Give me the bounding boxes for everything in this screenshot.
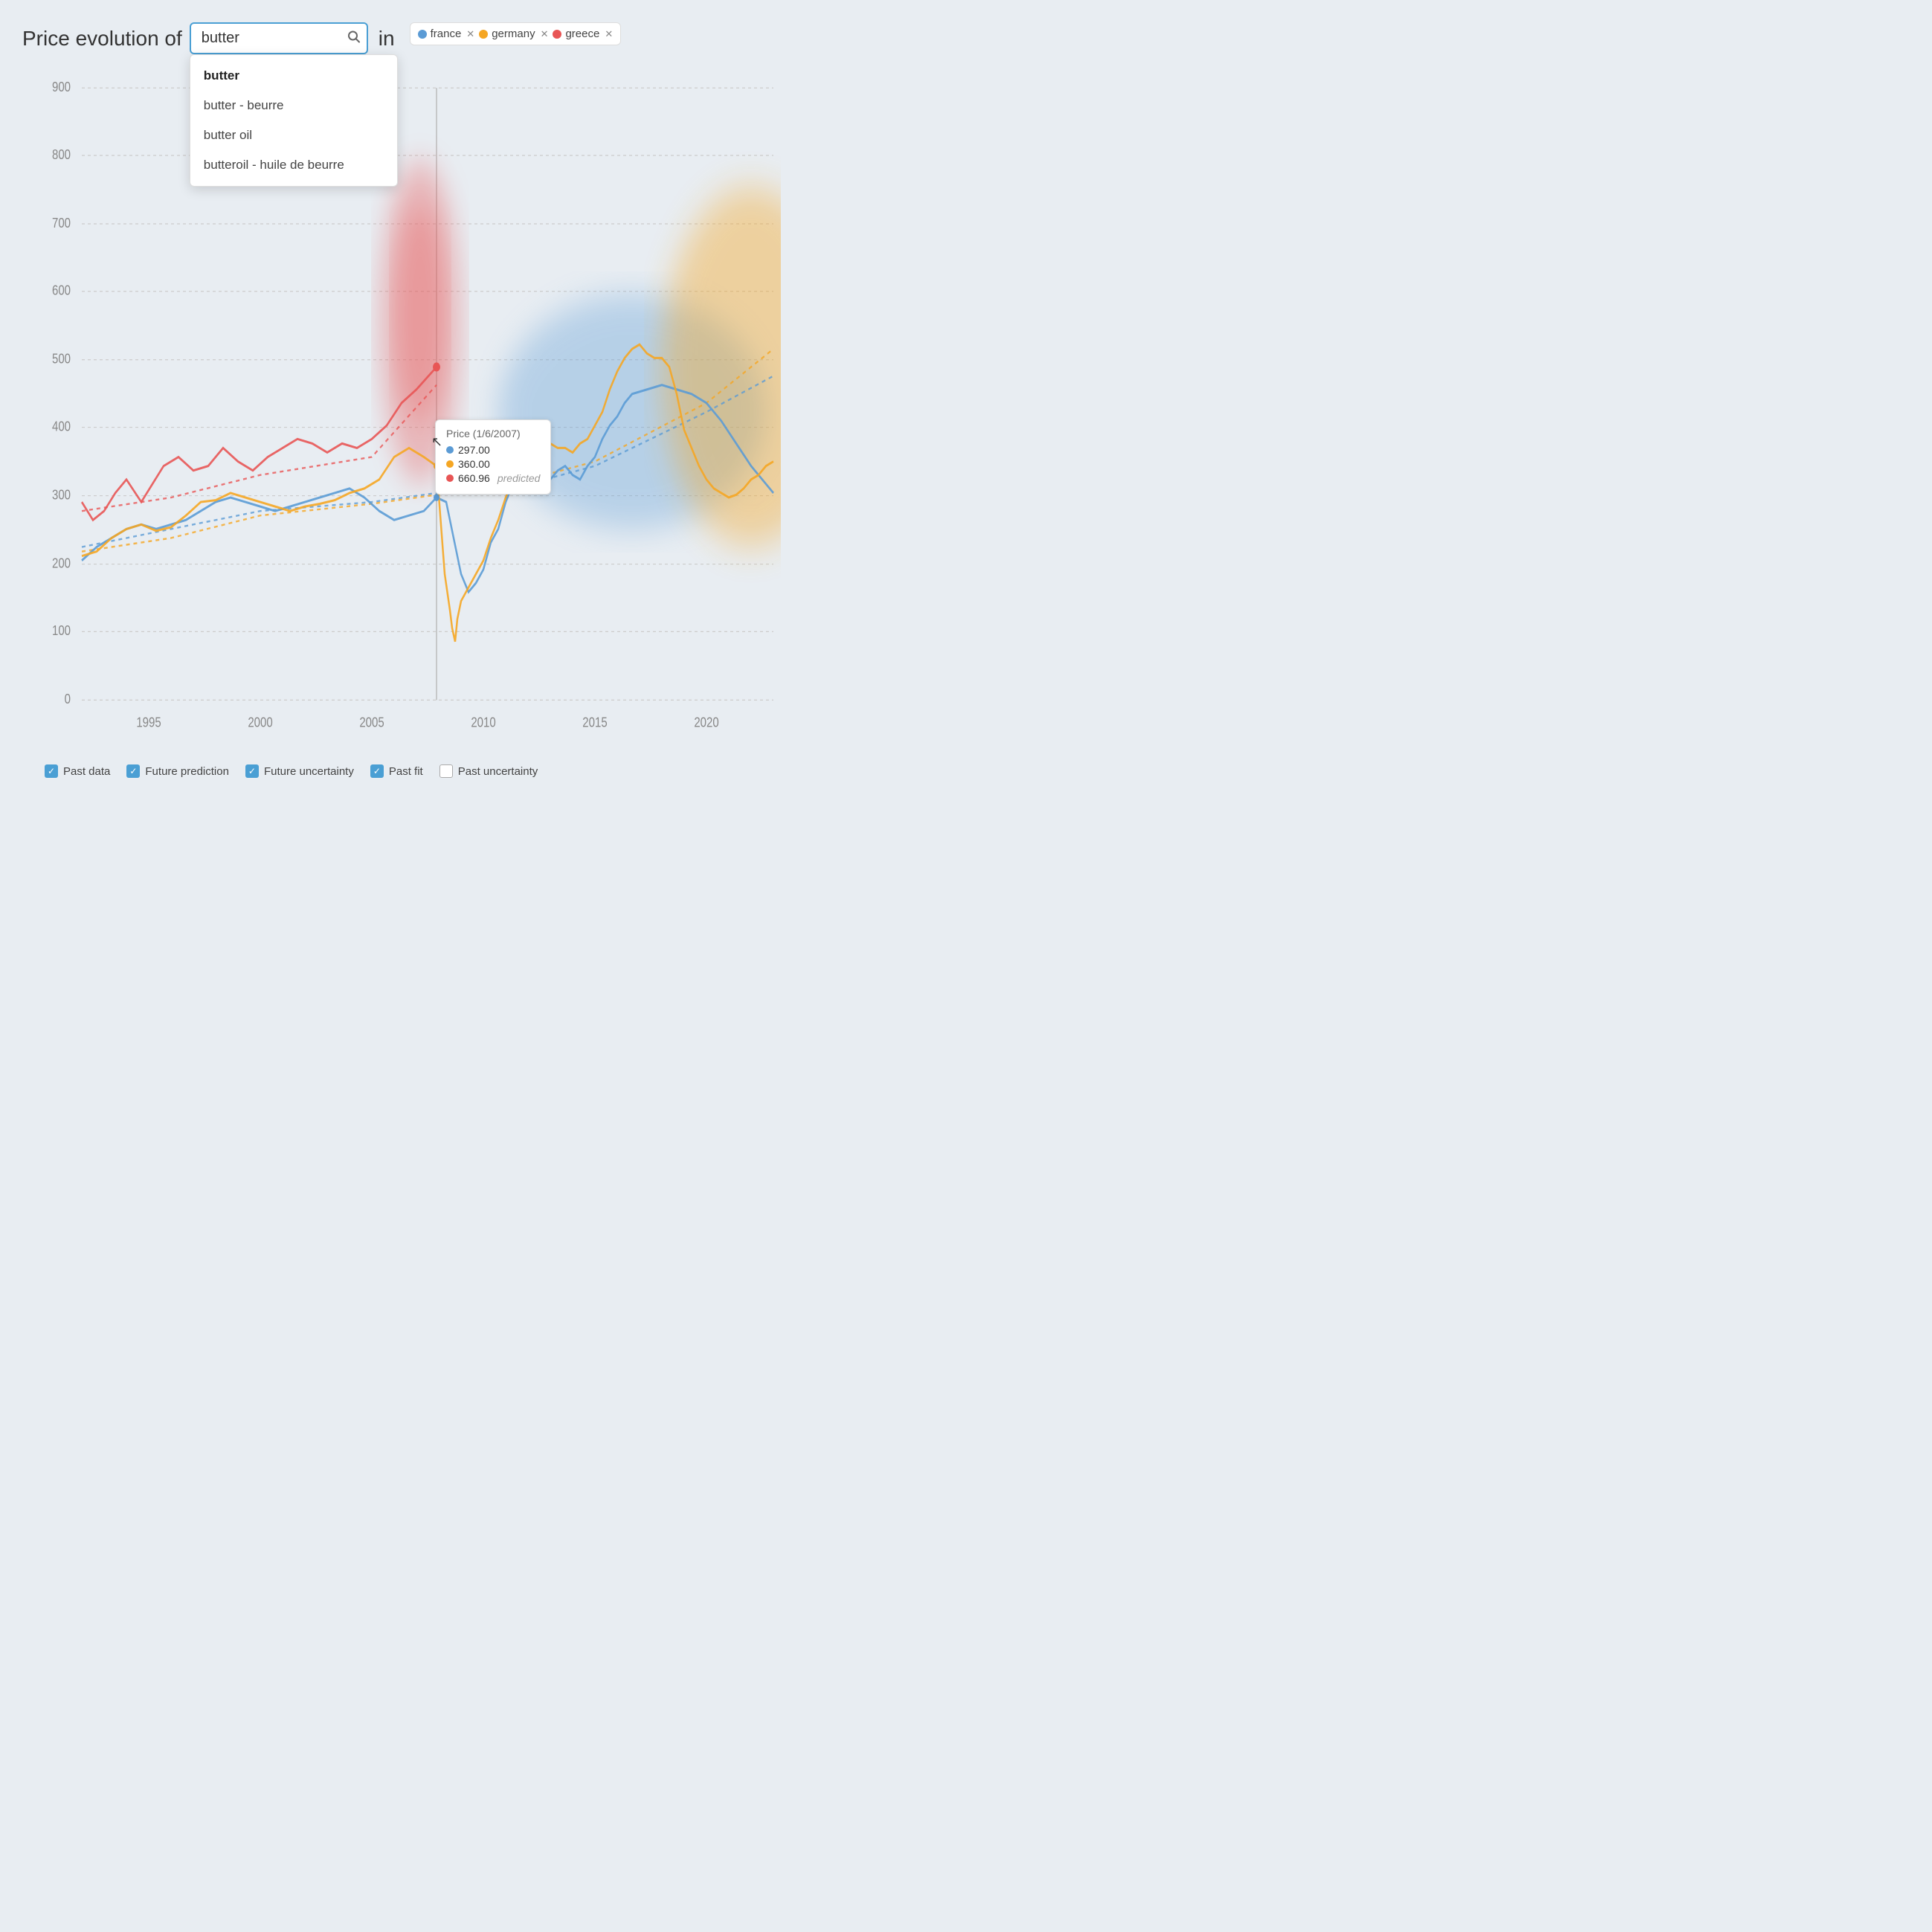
germany-dot [479, 30, 488, 39]
svg-text:2010: 2010 [471, 715, 495, 730]
greece-close[interactable]: ✕ [605, 28, 613, 40]
svg-text:900: 900 [52, 80, 71, 95]
main-container: Price evolution of butter butter - beurr… [0, 0, 803, 803]
future-prediction-label: Future prediction [145, 765, 229, 778]
svg-text:700: 700 [52, 215, 71, 231]
tag-france: france ✕ [418, 28, 475, 40]
dropdown-item-butteroil[interactable]: butteroil - huile de beurre [190, 150, 397, 180]
france-label: france [431, 28, 462, 40]
search-dropdown: butter butter - beurre butter oil butter… [190, 54, 398, 187]
greece-label: greece [565, 28, 599, 40]
legend-past-fit[interactable]: ✓ Past fit [370, 764, 423, 778]
germany-label: germany [492, 28, 535, 40]
legend-future-uncertainty[interactable]: ✓ Future uncertainty [245, 764, 354, 778]
svg-text:100: 100 [52, 623, 71, 639]
svg-text:0: 0 [65, 692, 71, 707]
title-prefix: Price evolution of [22, 22, 182, 55]
svg-text:200: 200 [52, 556, 71, 571]
svg-text:800: 800 [52, 146, 71, 162]
svg-text:2000: 2000 [248, 715, 272, 730]
svg-text:500: 500 [52, 351, 71, 367]
legend-past-data[interactable]: ✓ Past data [45, 764, 110, 778]
legend-future-prediction[interactable]: ✓ Future prediction [126, 764, 229, 778]
search-wrapper: butter butter - beurre butter oil butter… [190, 22, 368, 54]
search-input[interactable] [190, 22, 368, 54]
svg-text:2020: 2020 [694, 715, 718, 730]
chart-svg: 0 100 200 300 400 500 600 700 800 900 19… [22, 70, 781, 754]
france-close[interactable]: ✕ [466, 28, 474, 40]
tag-germany: germany ✕ [479, 28, 548, 40]
greece-dot [553, 30, 561, 39]
legend-past-uncertainty[interactable]: Past uncertainty [439, 764, 538, 778]
tag-greece: greece ✕ [553, 28, 613, 40]
future-uncertainty-checkbox[interactable]: ✓ [245, 764, 259, 778]
legend-bar: ✓ Past data ✓ Future prediction ✓ Future… [22, 754, 781, 788]
germany-close[interactable]: ✕ [541, 28, 549, 40]
past-uncertainty-checkbox[interactable] [439, 764, 453, 778]
svg-text:2005: 2005 [359, 715, 384, 730]
svg-text:400: 400 [52, 419, 71, 434]
past-data-label: Past data [63, 765, 110, 778]
search-button[interactable] [347, 30, 361, 47]
past-fit-label: Past fit [389, 765, 423, 778]
in-text: in [379, 22, 395, 55]
country-tags: france ✕ germany ✕ greece ✕ [410, 22, 622, 45]
dropdown-item-butter[interactable]: butter [190, 61, 397, 91]
past-uncertainty-label: Past uncertainty [458, 765, 538, 778]
past-fit-checkbox[interactable]: ✓ [370, 764, 384, 778]
svg-text:1995: 1995 [136, 715, 161, 730]
dropdown-item-butter-beurre[interactable]: butter - beurre [190, 91, 397, 120]
svg-text:600: 600 [52, 283, 71, 298]
dropdown-item-butter-oil[interactable]: butter oil [190, 120, 397, 150]
svg-text:2015: 2015 [582, 715, 607, 730]
chart-area: 0 100 200 300 400 500 600 700 800 900 19… [22, 70, 781, 754]
svg-text:300: 300 [52, 487, 71, 503]
past-data-checkbox[interactable]: ✓ [45, 764, 58, 778]
france-dot [418, 30, 427, 39]
header-row: Price evolution of butter butter - beurr… [22, 22, 781, 55]
future-uncertainty-label: Future uncertainty [264, 765, 354, 778]
future-prediction-checkbox[interactable]: ✓ [126, 764, 140, 778]
